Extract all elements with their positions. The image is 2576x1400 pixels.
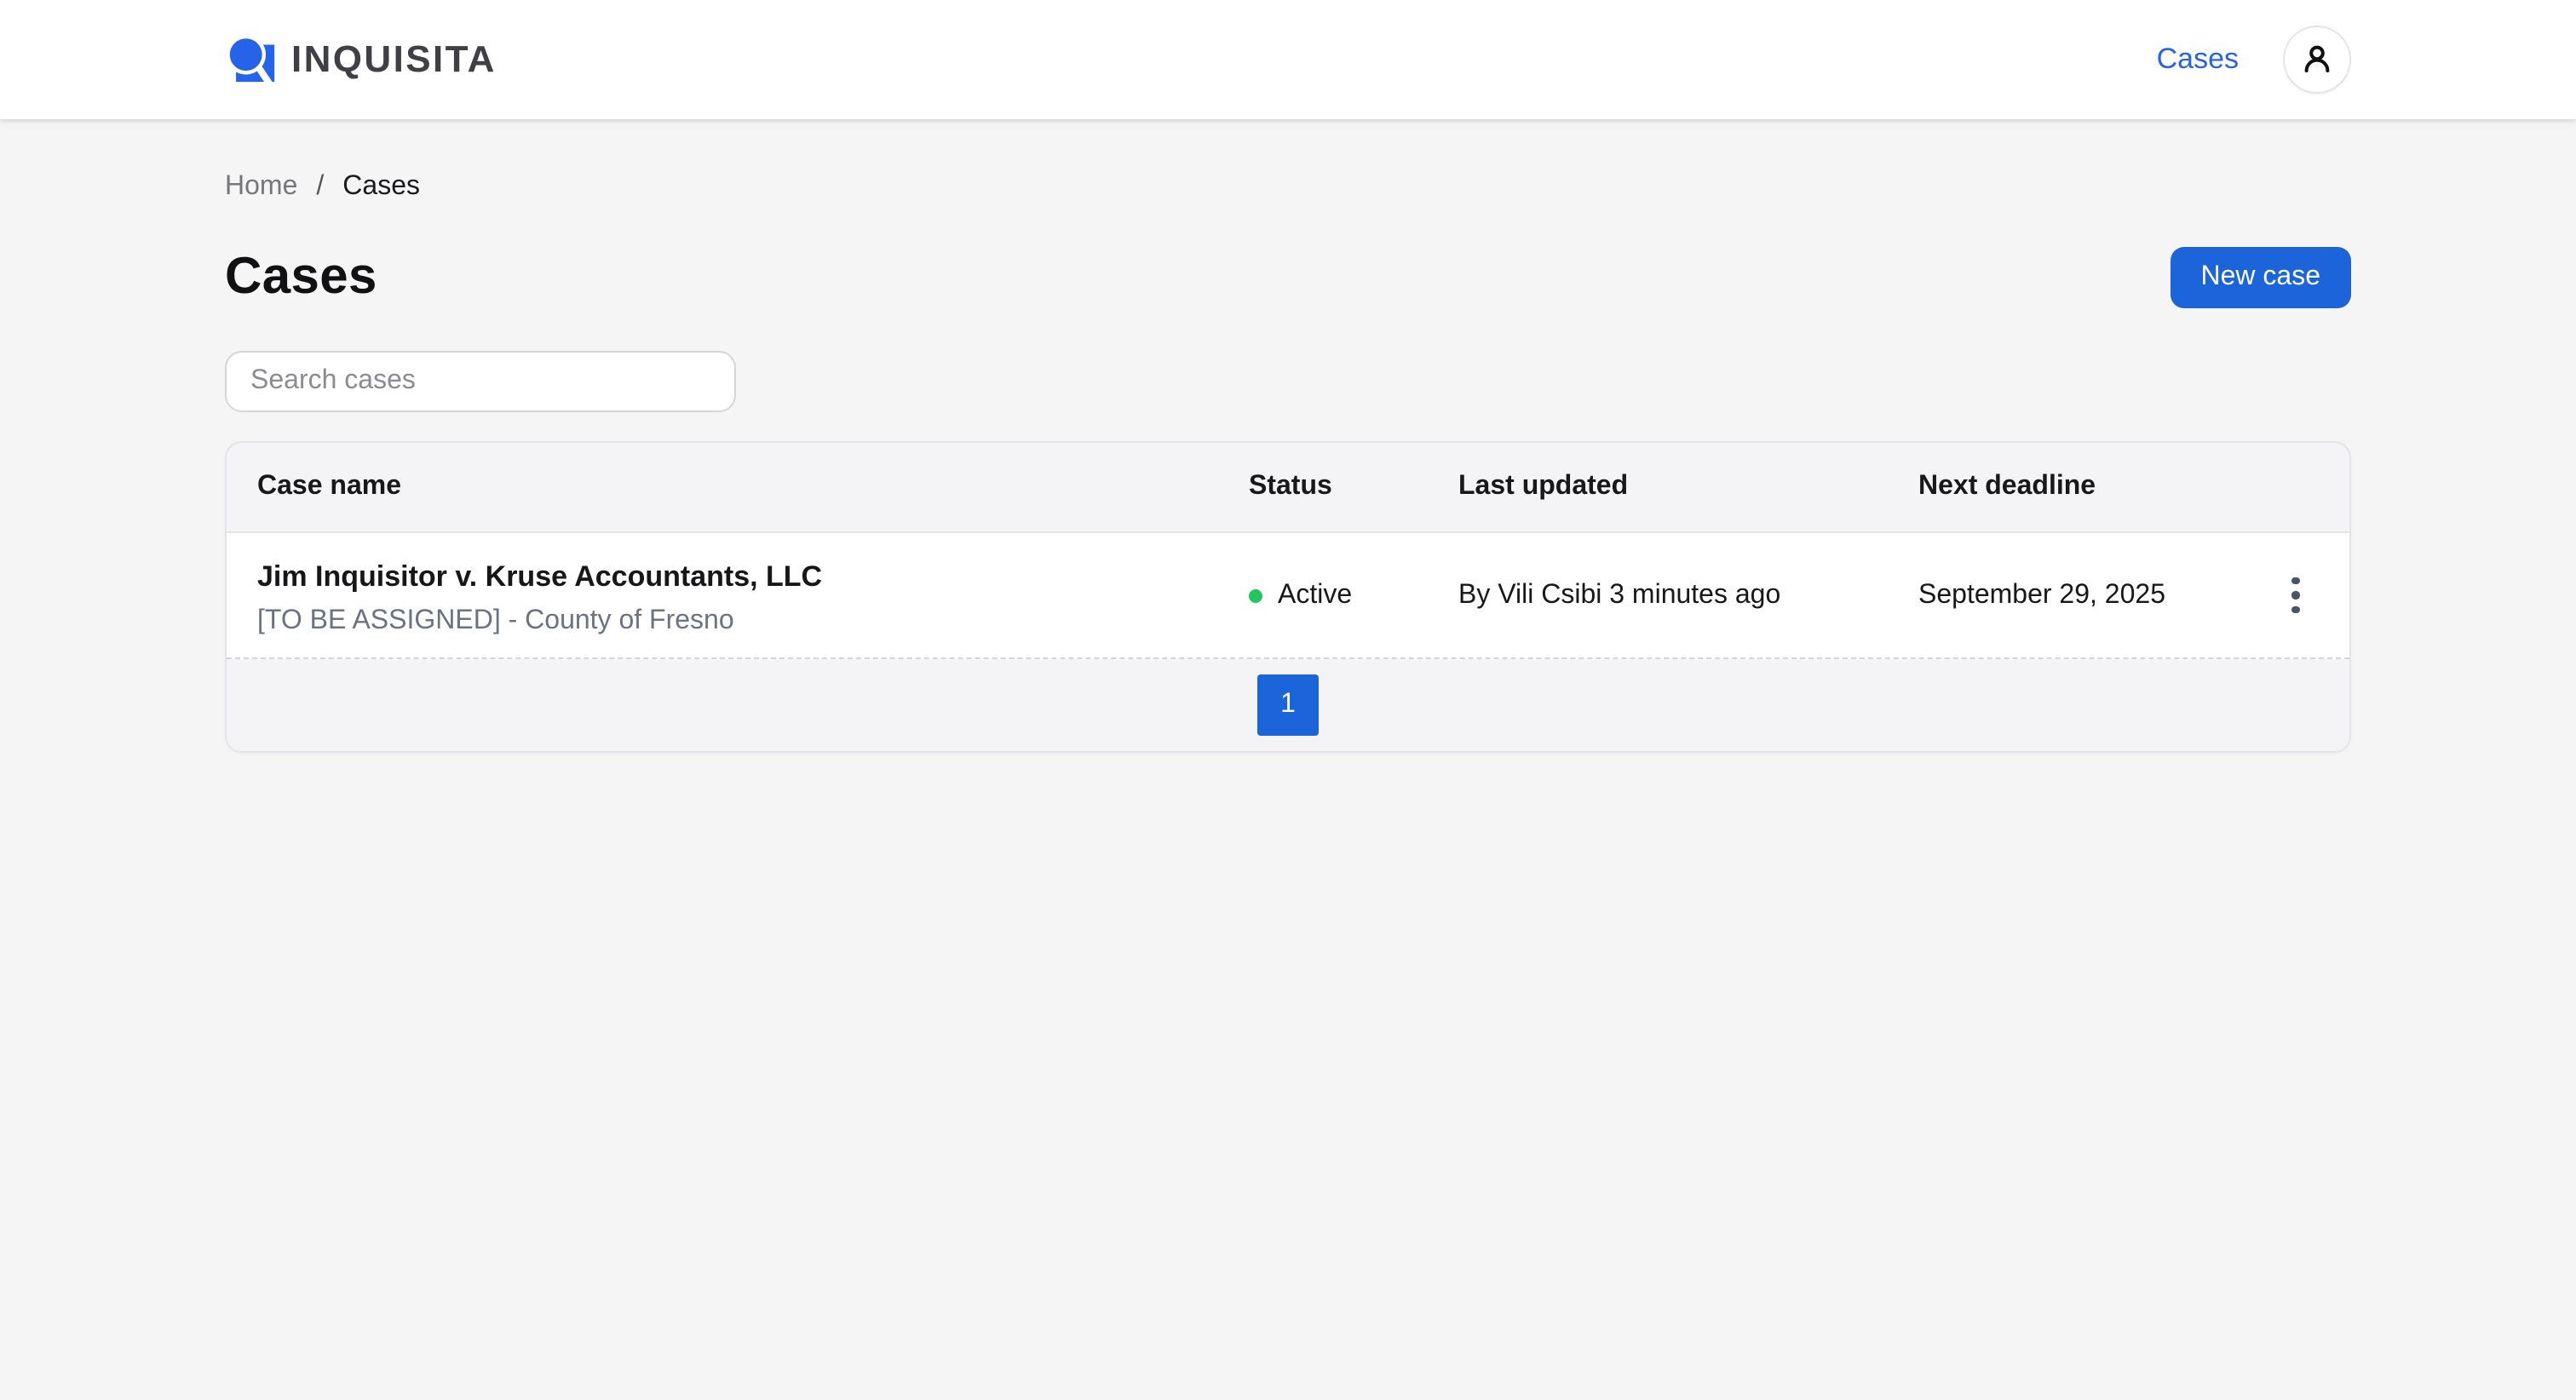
main-content: Home / Cases Cases New case Case name St…	[225, 170, 2351, 753]
brand-wordmark: INQUISITA	[291, 37, 497, 82]
breadcrumb-current: Cases	[342, 170, 420, 204]
breadcrumb: Home / Cases	[225, 170, 2351, 204]
nav-cases-link[interactable]: Cases	[2157, 43, 2239, 77]
brand-logo[interactable]: INQUISITA	[225, 34, 497, 85]
case-subtitle: [TO BE ASSIGNED] - County of Fresno	[257, 605, 1249, 639]
column-header-case-name: Case name	[227, 472, 1249, 502]
kebab-dot-icon	[2292, 592, 2300, 600]
page-title: Cases	[225, 245, 377, 310]
magnifier-logo-icon	[225, 34, 279, 85]
kebab-dot-icon	[2292, 606, 2300, 614]
pagination-page-1-button[interactable]: 1	[1257, 674, 1319, 736]
search-input[interactable]	[225, 351, 736, 412]
row-actions-menu-button[interactable]	[2275, 567, 2317, 624]
column-header-status: Status	[1249, 472, 1458, 502]
top-header-bar: INQUISITA Cases	[0, 0, 2576, 119]
app-root: INQUISITA Cases Home / Cases	[0, 0, 2576, 1400]
status-dot-icon	[1249, 588, 1262, 602]
last-updated-cell: By Vili Csibi 3 minutes ago	[1458, 580, 1918, 611]
cases-table: Case name Status Last updated Next deadl…	[225, 441, 2351, 753]
table-row[interactable]: Jim Inquisitor v. Kruse Accountants, LLC…	[227, 533, 2349, 659]
new-case-button[interactable]: New case	[2171, 247, 2352, 308]
table-pagination: 1	[227, 659, 2349, 751]
column-header-next-deadline: Next deadline	[1918, 472, 2242, 502]
kebab-dot-icon	[2292, 577, 2300, 585]
breadcrumb-home[interactable]: Home	[225, 170, 297, 204]
table-header-row: Case name Status Last updated Next deadl…	[227, 443, 2349, 533]
avatar-button[interactable]	[2283, 26, 2351, 94]
breadcrumb-separator: /	[316, 170, 324, 204]
user-icon	[2298, 41, 2336, 78]
column-header-last-updated: Last updated	[1458, 472, 1918, 502]
next-deadline-cell: September 29, 2025	[1918, 580, 2242, 611]
status-badge: Active	[1278, 580, 1352, 611]
case-name-link[interactable]: Jim Inquisitor v. Kruse Accountants, LLC	[257, 559, 1249, 596]
